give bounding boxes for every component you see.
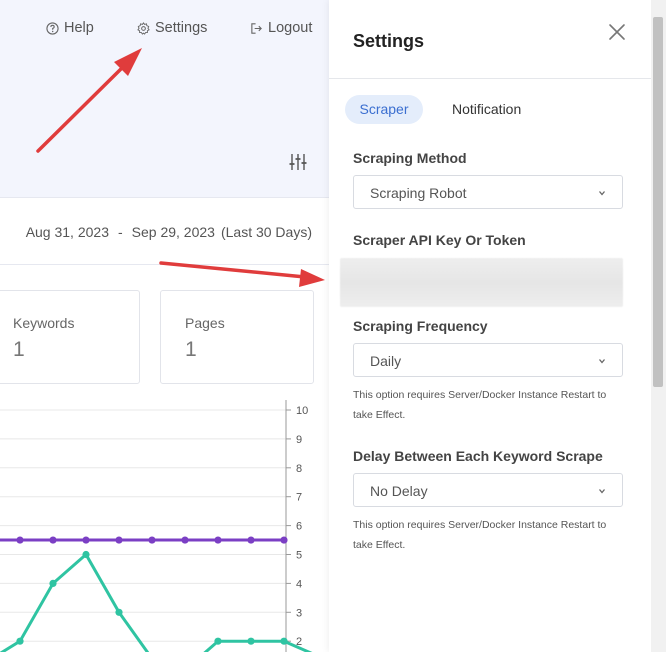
api-key-label: Scraper API Key Or Token (353, 232, 526, 248)
scraping-method-label: Scraping Method (353, 150, 467, 166)
settings-panel-header: Settings (329, 0, 651, 79)
close-icon (609, 24, 625, 40)
date-end: Sep 29, 2023 (131, 224, 215, 240)
help-label: Help (64, 20, 94, 36)
sliders-icon (289, 154, 307, 170)
y-tick-label: 9 (296, 434, 302, 446)
scraping-method-select[interactable]: Scraping Robot (353, 175, 623, 209)
date-range-bar[interactable]: Aug 31, 2023- Sep 29, 2023 (Last 30 Days) (0, 198, 329, 265)
gear-icon (137, 21, 150, 35)
data-point (148, 536, 156, 544)
y-tick-label: 3 (296, 607, 302, 619)
close-button[interactable] (607, 22, 627, 42)
settings-label: Settings (155, 20, 208, 36)
scraping-frequency-value: Daily (370, 353, 402, 369)
settings-panel-title: Settings (353, 31, 425, 51)
data-point (16, 637, 24, 645)
stat-value-pages: 1 (185, 338, 197, 361)
date-range-label: (Last 30 Days) (220, 224, 312, 240)
scrollbar-thumb[interactable] (653, 17, 663, 387)
stat-title-keywords: Keywords (13, 315, 75, 331)
data-point (115, 536, 123, 544)
scraping-frequency-label: Scraping Frequency (353, 318, 488, 334)
frequency-restart-note: This option requires Server/Docker Insta… (353, 389, 607, 421)
date-separator: - (117, 224, 123, 240)
stat-value-keywords: 1 (13, 338, 25, 361)
keyword-position-chart: 1098765432 (0, 400, 313, 652)
series-line (0, 552, 313, 652)
y-tick-label: 6 (296, 521, 302, 533)
help-link[interactable]: Help (46, 19, 94, 37)
date-range-text: Aug 31, 2023- Sep 29, 2023 (Last 30 Days) (26, 224, 312, 240)
logout-icon (251, 22, 262, 34)
top-bar: Help Settings Logout (0, 0, 329, 198)
chevron-down-icon (599, 191, 605, 196)
data-point (214, 536, 222, 544)
data-point (181, 536, 189, 544)
settings-link[interactable]: Settings (137, 19, 207, 37)
logout-label: Logout (268, 20, 313, 36)
y-tick-label: 5 (296, 550, 302, 562)
dashboard-background: Help Settings Logout Aug 31, 2023- Sep 2… (0, 0, 329, 652)
data-point (280, 637, 288, 645)
data-point (115, 608, 123, 616)
scraping-frequency-select[interactable]: Daily (353, 343, 623, 377)
data-point (214, 637, 222, 645)
data-point (49, 536, 57, 544)
data-point (82, 550, 90, 559)
date-start: Aug 31, 2023 (25, 224, 109, 240)
data-point (49, 579, 57, 587)
scraping-method-value: Scraping Robot (370, 185, 467, 201)
api-key-input-redacted[interactable] (340, 258, 623, 307)
help-icon (46, 21, 59, 35)
logout-link[interactable]: Logout (250, 19, 312, 37)
settings-panel: Settings Scraper Notification Scraping M… (329, 0, 651, 652)
tab-notification[interactable]: Notification (452, 95, 521, 124)
keyword-delay-value: No Delay (370, 483, 428, 499)
chevron-down-icon (599, 359, 605, 364)
scrollbar[interactable] (651, 0, 666, 652)
data-point (247, 536, 255, 544)
filter-sliders-button[interactable] (288, 152, 308, 172)
data-point (82, 536, 90, 544)
tab-scraper[interactable]: Scraper (345, 95, 423, 124)
delay-restart-note: This option requires Server/Docker Insta… (353, 519, 607, 551)
y-tick-label: 4 (296, 578, 302, 590)
data-point (247, 637, 255, 645)
stat-card-pages: Pages 1 (160, 290, 314, 384)
keyword-delay-select[interactable]: No Delay (353, 473, 623, 507)
y-tick-label: 8 (296, 463, 302, 475)
stat-card-keywords: Keywords 1 (0, 290, 140, 384)
y-tick-label: 10 (296, 405, 308, 417)
data-point (16, 536, 24, 544)
data-point (280, 536, 288, 544)
y-tick-label: 7 (296, 492, 302, 504)
keyword-delay-label: Delay Between Each Keyword Scrape (353, 448, 603, 464)
stat-title-pages: Pages (185, 315, 225, 331)
chevron-down-icon (599, 489, 605, 494)
